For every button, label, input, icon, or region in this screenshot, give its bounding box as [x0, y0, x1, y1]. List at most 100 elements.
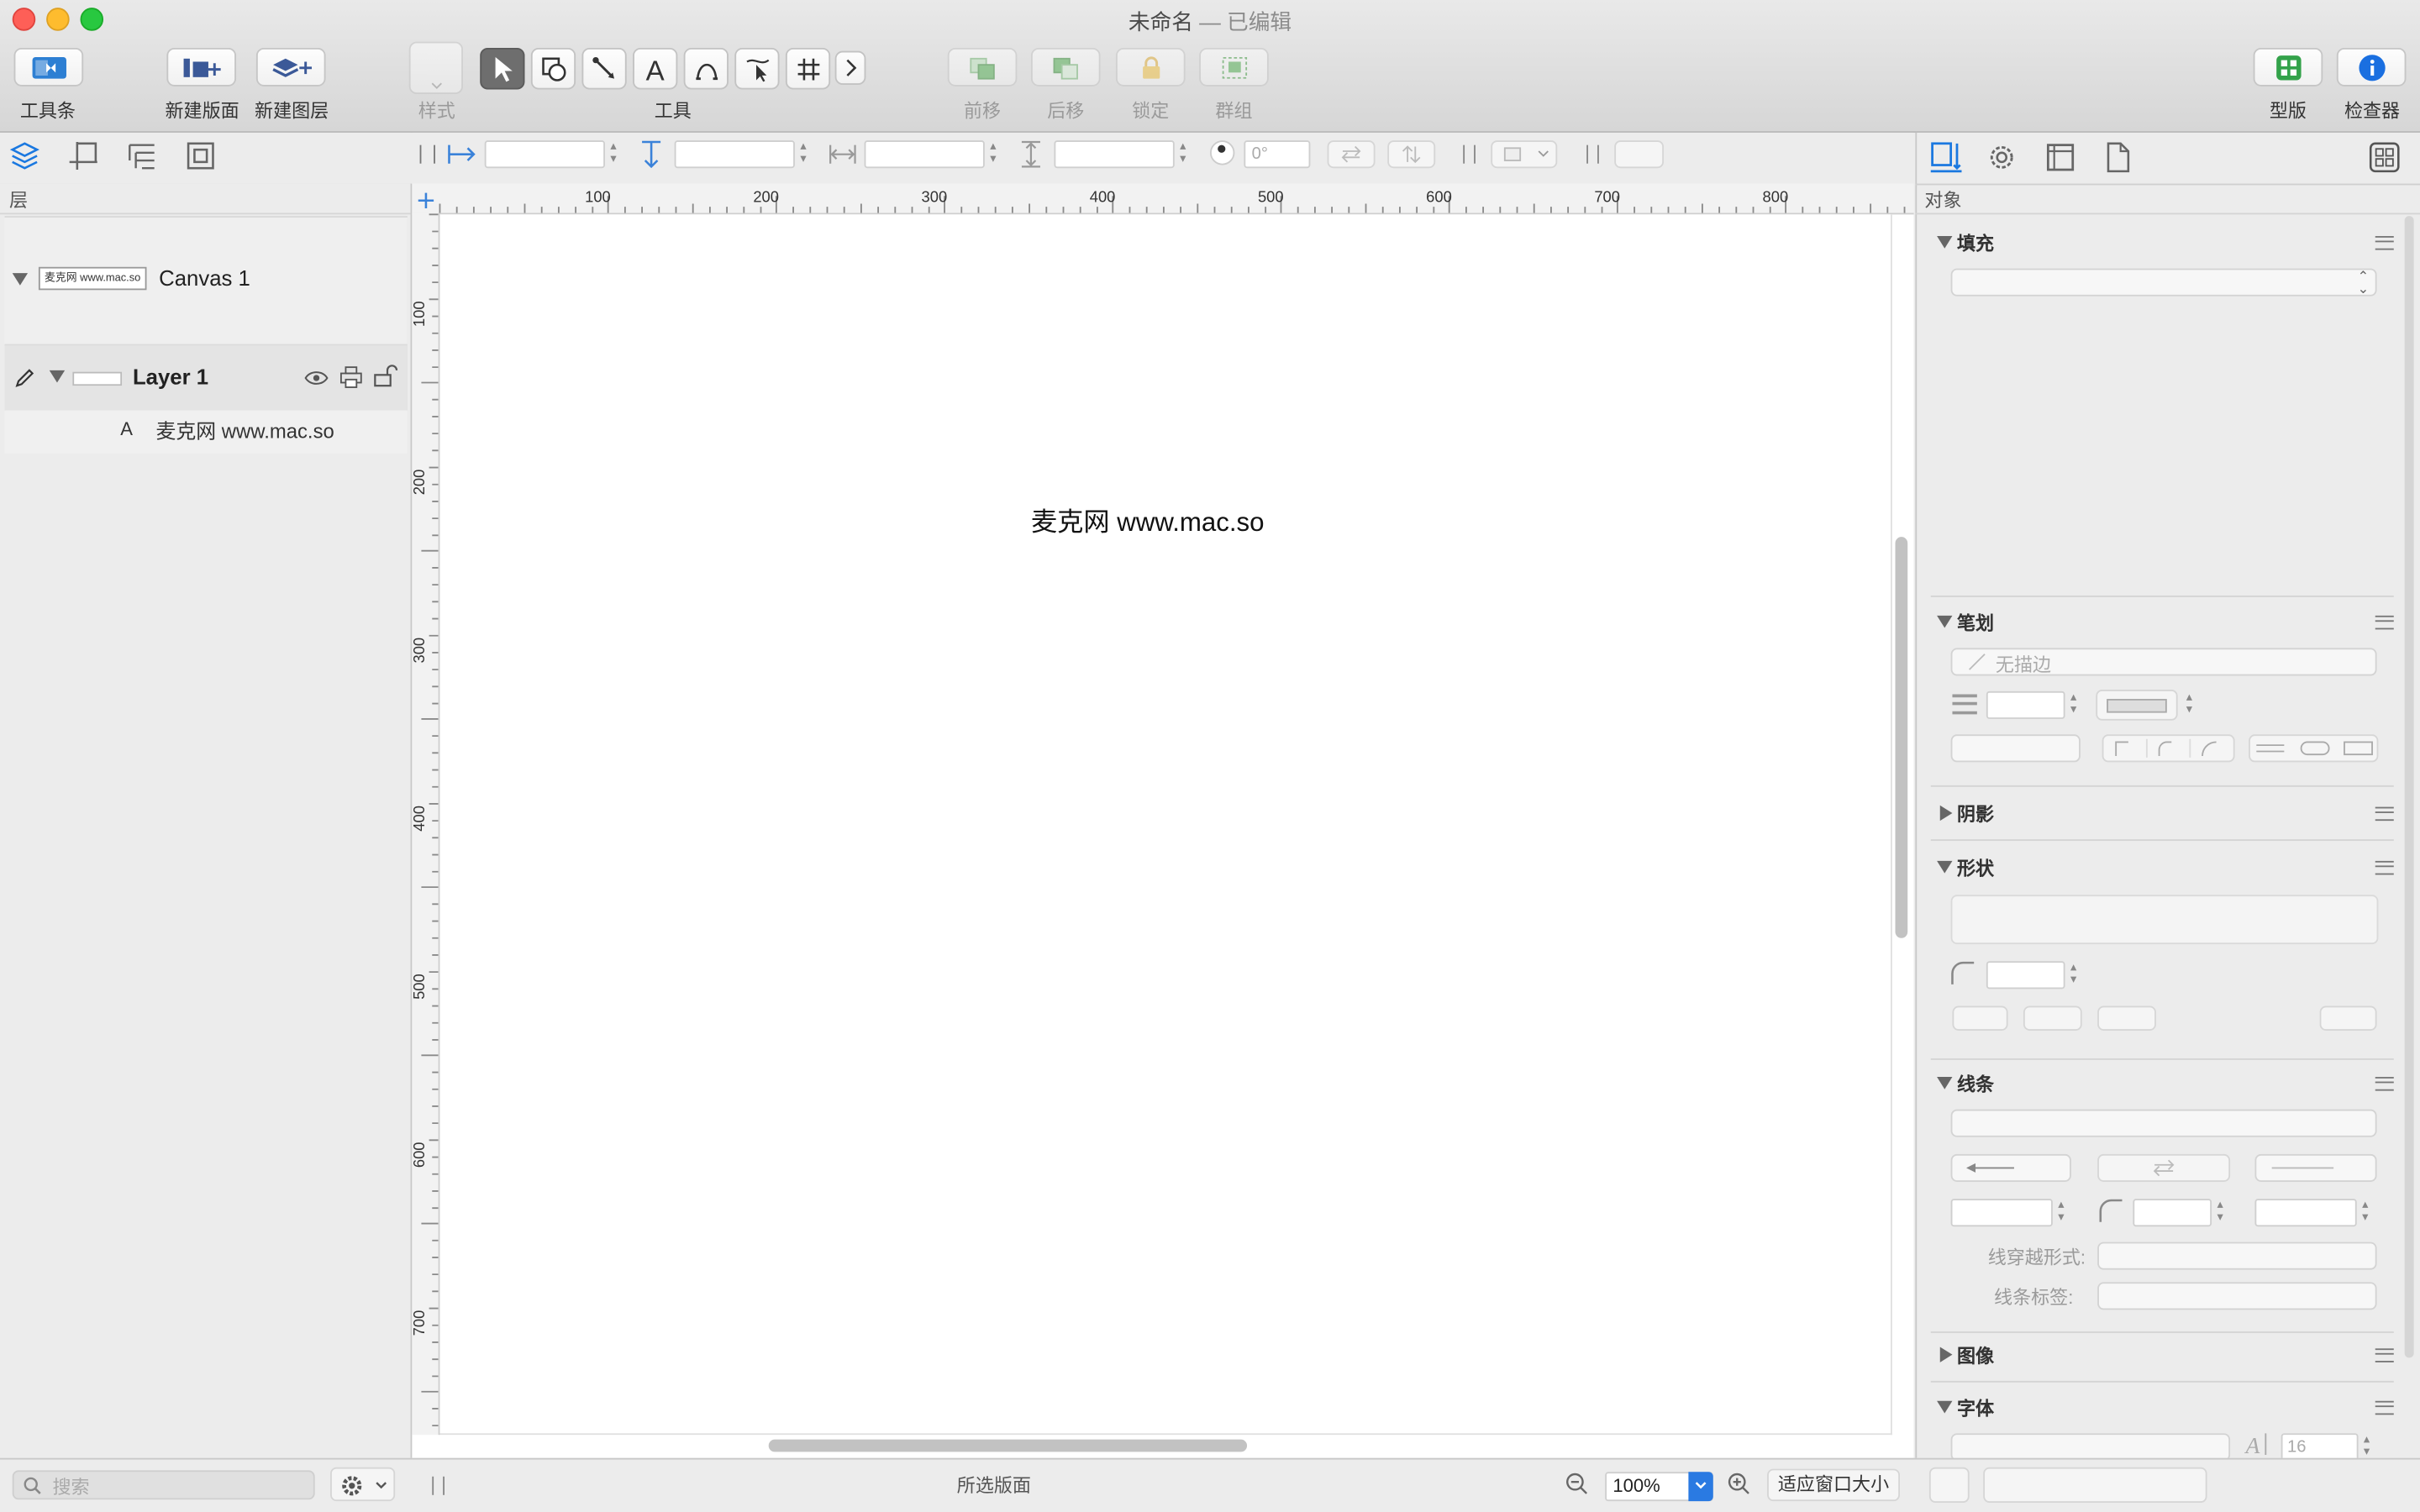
line-corner-field[interactable] [2133, 1199, 2212, 1227]
inspector-bottom-field[interactable] [1983, 1467, 2207, 1503]
shadow-disclosure-icon[interactable] [1939, 805, 1953, 822]
shape-convert-button[interactable] [2319, 1005, 2377, 1031]
group-button[interactable] [1199, 47, 1269, 87]
vertical-scrollbar[interactable] [1895, 537, 1908, 938]
lines-disclosure-icon[interactable] [1937, 1077, 1953, 1089]
horizontal-ruler[interactable]: 100 200 300 400 500 600 700 800 [412, 183, 1914, 215]
flip-horizontal-button[interactable] [1327, 140, 1376, 169]
zoom-in-icon[interactable] [1727, 1472, 1751, 1496]
stroke-menu-icon[interactable] [2375, 615, 2394, 630]
pen-tool[interactable] [683, 47, 729, 90]
line-offset-stepper[interactable]: ▴ ▾ [2359, 1198, 2373, 1226]
y-position-stepper[interactable]: ▴ ▾ [797, 139, 811, 168]
style-well[interactable] [408, 41, 464, 95]
sidebar-action-menu[interactable] [330, 1467, 396, 1502]
tab-selection[interactable] [185, 140, 216, 179]
line-cross-popup[interactable] [2097, 1242, 2377, 1270]
vertical-ruler[interactable]: 100 200 300 400 500 600 700 [412, 213, 440, 1436]
line-label-popup[interactable] [2097, 1282, 2377, 1310]
stroke-color-stepper[interactable]: ▴ ▾ [2182, 690, 2196, 719]
line-type-popup[interactable] [1950, 1109, 2377, 1137]
zoom-out-icon[interactable] [1565, 1472, 1589, 1496]
unlock-icon[interactable] [373, 364, 399, 388]
inspector-bottom-button[interactable] [1928, 1467, 1970, 1503]
image-menu-icon[interactable] [2375, 1348, 2394, 1362]
height-field[interactable] [1054, 140, 1175, 169]
corner-style-buttons[interactable] [2102, 734, 2235, 763]
tab-canvas-outline[interactable] [68, 140, 99, 179]
flip-vertical-button[interactable] [1387, 140, 1436, 169]
new-layer-button[interactable] [255, 47, 326, 87]
stroke-color-well[interactable] [2096, 690, 2178, 721]
inspector-button[interactable] [2336, 47, 2407, 87]
stroke-width-field[interactable] [1986, 690, 2065, 719]
font-family-popup[interactable] [1950, 1433, 2231, 1462]
font-disclosure-icon[interactable] [1937, 1400, 1953, 1414]
font-menu-icon[interactable] [2375, 1400, 2394, 1415]
image-disclosure-icon[interactable] [1939, 1347, 1953, 1362]
more-tools-button[interactable] [834, 50, 866, 86]
corner-radius-stepper[interactable]: ▴ ▾ [2066, 960, 2081, 989]
x-position-stepper[interactable]: ▴ ▾ [607, 139, 621, 168]
line-offset-field[interactable] [2254, 1199, 2357, 1227]
tab-layers[interactable] [9, 140, 40, 179]
lock-button[interactable] [1115, 47, 1186, 87]
line-width-stepper[interactable]: ▴ ▾ [2054, 1198, 2069, 1226]
fit-window-button[interactable]: 适应窗口大小 [1767, 1468, 1901, 1502]
format-extra-button[interactable] [1614, 140, 1665, 169]
shape-tool[interactable] [530, 47, 576, 90]
shape-disclosure-icon[interactable] [1937, 860, 1953, 874]
corner-radius-field[interactable] [1986, 961, 2065, 990]
rotation-field[interactable]: 0° [1244, 140, 1311, 169]
shape-menu-icon[interactable] [2375, 860, 2394, 875]
shape-picker[interactable] [1950, 895, 2379, 945]
y-position-field[interactable] [674, 140, 795, 169]
fill-menu-icon[interactable] [2375, 236, 2394, 250]
rotation-knob[interactable] [1210, 140, 1235, 165]
zoom-dropdown-button[interactable] [1688, 1472, 1713, 1502]
toolbar-toggle-button[interactable] [13, 47, 84, 87]
canvas-inspector-tab-icon[interactable] [2045, 142, 2076, 173]
fill-type-popup[interactable]: ⌃ ⌄ [1950, 268, 2377, 297]
stencils-button[interactable] [2253, 47, 2323, 87]
eye-icon[interactable] [304, 369, 329, 387]
width-field[interactable] [864, 140, 985, 169]
selection-tool[interactable] [480, 47, 525, 90]
fill-disclosure-icon[interactable] [1937, 236, 1953, 249]
text-tool[interactable]: A [633, 47, 678, 90]
horizontal-scrollbar[interactable] [768, 1439, 1248, 1452]
line-cap-buttons[interactable] [2249, 734, 2379, 763]
diagram-tool[interactable] [785, 47, 831, 90]
width-stepper[interactable]: ▴ ▾ [986, 139, 1001, 168]
x-position-field[interactable] [484, 140, 606, 169]
line-corner-stepper[interactable]: ▴ ▾ [2213, 1198, 2228, 1226]
shape-subtract-button[interactable] [2097, 1005, 2156, 1031]
point-edit-tool[interactable] [734, 47, 780, 90]
new-canvas-button[interactable] [166, 47, 237, 87]
line-width-field[interactable] [1950, 1199, 2053, 1227]
stroke-type-popup[interactable]: 无描边 [1950, 648, 2377, 676]
gear-icon[interactable] [1986, 142, 2018, 173]
line-tail-popup[interactable] [1950, 1153, 2071, 1182]
font-size-stepper[interactable]: ▴ ▾ [2360, 1432, 2374, 1461]
stroke-width-stepper[interactable]: ▴ ▾ [2066, 690, 2081, 719]
canvas-text-object[interactable]: 麦克网 www.mac.so [1031, 500, 1265, 538]
pencil-icon[interactable] [14, 367, 36, 389]
shadow-menu-icon[interactable] [2375, 806, 2394, 822]
lines-menu-icon[interactable] [2375, 1077, 2394, 1091]
bring-forward-button[interactable] [947, 47, 1018, 87]
send-backward-button[interactable] [1030, 47, 1101, 87]
line-head-popup[interactable] [2254, 1153, 2377, 1182]
line-tool[interactable] [581, 47, 627, 90]
layer-search-input[interactable]: 搜索 [12, 1470, 315, 1500]
swap-line-ends-button[interactable] [2097, 1153, 2231, 1182]
inspector-grid-icon[interactable] [2369, 142, 2400, 173]
stroke-pattern-popup[interactable] [1950, 734, 2081, 763]
drawing-page[interactable] [439, 214, 1892, 1436]
height-stepper[interactable]: ▴ ▾ [1176, 139, 1191, 168]
wrap-to-shape-popup[interactable] [1491, 140, 1558, 169]
shape-intersect-button[interactable] [2023, 1005, 2082, 1031]
stroke-disclosure-icon[interactable] [1937, 615, 1953, 628]
disclosure-triangle-icon[interactable] [49, 370, 66, 383]
printer-icon[interactable] [339, 365, 363, 389]
